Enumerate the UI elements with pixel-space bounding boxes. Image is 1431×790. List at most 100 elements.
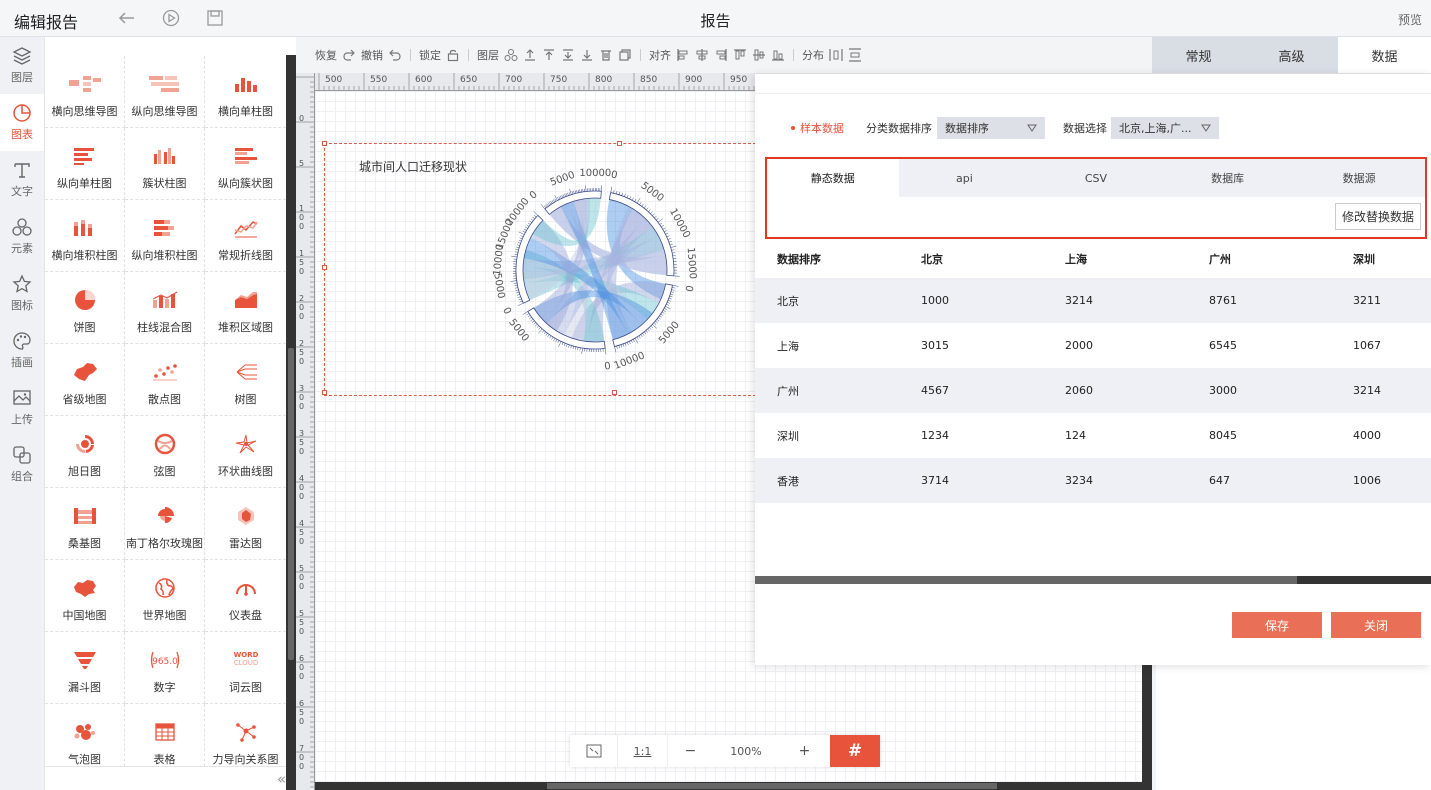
- row-label-cell[interactable]: 北京: [755, 278, 899, 323]
- palette-item[interactable]: 堆积区域图: [205, 272, 286, 344]
- resize-handle[interactable]: [322, 265, 327, 270]
- ratio-button[interactable]: 1:1: [618, 735, 668, 767]
- palette-item[interactable]: 纵向堆积柱图: [125, 200, 205, 272]
- scrollbar-thumb[interactable]: [547, 783, 997, 789]
- play-icon[interactable]: [162, 9, 180, 27]
- copy-icon[interactable]: [618, 48, 632, 62]
- canvas-vertical-scrollbar[interactable]: [1142, 665, 1152, 790]
- grid-toggle-button[interactable]: #: [830, 735, 880, 767]
- table-cell[interactable]: 3714: [899, 458, 1043, 503]
- column-header[interactable]: 北京: [899, 240, 1043, 278]
- table-cell[interactable]: 647: [1187, 458, 1331, 503]
- palette-item[interactable]: 弦图: [125, 416, 205, 488]
- nav-elements[interactable]: 元素: [0, 208, 44, 265]
- layer-up-icon[interactable]: [523, 48, 537, 62]
- nav-layers[interactable]: 图层: [0, 37, 44, 94]
- nav-charts[interactable]: 图表: [0, 94, 44, 151]
- table-row[interactable]: 北京 1000 3214 8761 3211: [755, 278, 1431, 323]
- table-cell[interactable]: 4567: [899, 368, 1043, 413]
- row-label-cell[interactable]: 深圳: [755, 413, 899, 458]
- nav-icons[interactable]: 图标: [0, 265, 44, 322]
- scrollbar-thumb[interactable]: [755, 576, 1297, 584]
- palette-item[interactable]: 横向单柱图: [205, 56, 286, 128]
- table-cell[interactable]: 3000: [1187, 368, 1331, 413]
- replace-data-button[interactable]: 修改替换数据: [1334, 203, 1421, 230]
- tab-csv[interactable]: CSV: [1030, 159, 1162, 197]
- palette-item[interactable]: 树图: [205, 344, 286, 416]
- distribute-vertical-icon[interactable]: [848, 48, 862, 62]
- table-cell[interactable]: 3214: [1043, 278, 1187, 323]
- palette-item[interactable]: 纵向簇状图: [205, 128, 286, 200]
- palette-item[interactable]: 世界地图: [125, 560, 205, 632]
- align-button[interactable]: 对齐: [649, 47, 671, 63]
- tab-general[interactable]: 常规: [1152, 37, 1245, 73]
- tab-database[interactable]: 数据库: [1162, 159, 1294, 197]
- palette-item[interactable]: 饼图: [45, 272, 125, 344]
- layer-top-icon[interactable]: [542, 48, 556, 62]
- column-header[interactable]: 广州: [1187, 240, 1331, 278]
- palette-item[interactable]: 纵向思维导图: [125, 56, 205, 128]
- undo-icon[interactable]: [388, 48, 402, 62]
- nav-text[interactable]: 文字: [0, 151, 44, 208]
- tab-static-data[interactable]: 静态数据: [767, 159, 899, 197]
- palette-item[interactable]: 中国地图: [45, 560, 125, 632]
- palette-item[interactable]: 纵向单柱图: [45, 128, 125, 200]
- palette-item[interactable]: 旭日图: [45, 416, 125, 488]
- table-cell[interactable]: 1234: [899, 413, 1043, 458]
- tab-advanced[interactable]: 高级: [1245, 37, 1338, 73]
- palette-item[interactable]: 常规折线图: [205, 200, 286, 272]
- back-icon[interactable]: [118, 9, 136, 27]
- table-horizontal-scrollbar[interactable]: [755, 576, 1431, 584]
- tab-datasource[interactable]: 数据源: [1293, 159, 1425, 197]
- nav-illustrations[interactable]: 插画: [0, 322, 44, 379]
- tab-api[interactable]: api: [899, 159, 1031, 197]
- table-cell[interactable]: 2000: [1043, 323, 1187, 368]
- redo-button[interactable]: 恢复: [315, 47, 337, 63]
- sample-data-link[interactable]: 样本数据: [800, 120, 844, 136]
- distribute-horizontal-icon[interactable]: [829, 48, 843, 62]
- table-row[interactable]: 上海 3015 2000 6545 1067: [755, 323, 1431, 368]
- resize-handle[interactable]: [322, 390, 327, 395]
- table-cell[interactable]: 1067: [1331, 323, 1431, 368]
- save-icon[interactable]: [206, 9, 224, 27]
- nav-group[interactable]: 组合: [0, 436, 44, 493]
- zoom-in-button[interactable]: +: [779, 735, 830, 767]
- palette-scrollbar[interactable]: [286, 55, 296, 790]
- resize-handle[interactable]: [322, 141, 327, 146]
- palette-item[interactable]: 雷达图: [205, 488, 286, 560]
- align-middle-icon[interactable]: [752, 48, 766, 62]
- table-cell[interactable]: 8761: [1187, 278, 1331, 323]
- palette-item[interactable]: 桑基图: [45, 488, 125, 560]
- palette-item[interactable]: 南丁格尔玫瑰图: [125, 488, 205, 560]
- column-header[interactable]: 上海: [1043, 240, 1187, 278]
- palette-item[interactable]: 横向思维导图: [45, 56, 125, 128]
- table-cell[interactable]: 124: [1043, 413, 1187, 458]
- tab-data[interactable]: 数据: [1338, 37, 1431, 73]
- undo-button[interactable]: 撤销: [361, 47, 383, 63]
- palette-item[interactable]: WORD CLOUD 词云图: [205, 632, 286, 704]
- lock-icon[interactable]: [446, 48, 460, 62]
- layer-bottom-icon[interactable]: [580, 48, 594, 62]
- layer-group-icon[interactable]: [504, 48, 518, 62]
- preview-button[interactable]: 预览: [1398, 11, 1422, 28]
- table-cell[interactable]: 3214: [1331, 368, 1431, 413]
- palette-item[interactable]: 965.0 数字: [125, 632, 205, 704]
- table-cell[interactable]: 8045: [1187, 413, 1331, 458]
- palette-item[interactable]: 横向堆积柱图: [45, 200, 125, 272]
- table-cell[interactable]: 3234: [1043, 458, 1187, 503]
- table-cell[interactable]: 6545: [1187, 323, 1331, 368]
- table-cell[interactable]: 1006: [1331, 458, 1431, 503]
- palette-item[interactable]: 柱线混合图: [125, 272, 205, 344]
- table-row[interactable]: 深圳 1234 124 8045 4000: [755, 413, 1431, 458]
- table-cell[interactable]: 2060: [1043, 368, 1187, 413]
- layer-down-icon[interactable]: [561, 48, 575, 62]
- canvas-horizontal-scrollbar[interactable]: [315, 782, 1152, 790]
- palette-item[interactable]: 环状曲线图: [205, 416, 286, 488]
- align-left-icon[interactable]: [676, 48, 690, 62]
- table-cell[interactable]: 3211: [1331, 278, 1431, 323]
- row-label-cell[interactable]: 上海: [755, 323, 899, 368]
- collapse-icon[interactable]: «: [277, 770, 286, 788]
- align-top-icon[interactable]: [733, 48, 747, 62]
- lock-button[interactable]: 锁定: [419, 47, 441, 63]
- palette-item[interactable]: 仪表盘: [205, 560, 286, 632]
